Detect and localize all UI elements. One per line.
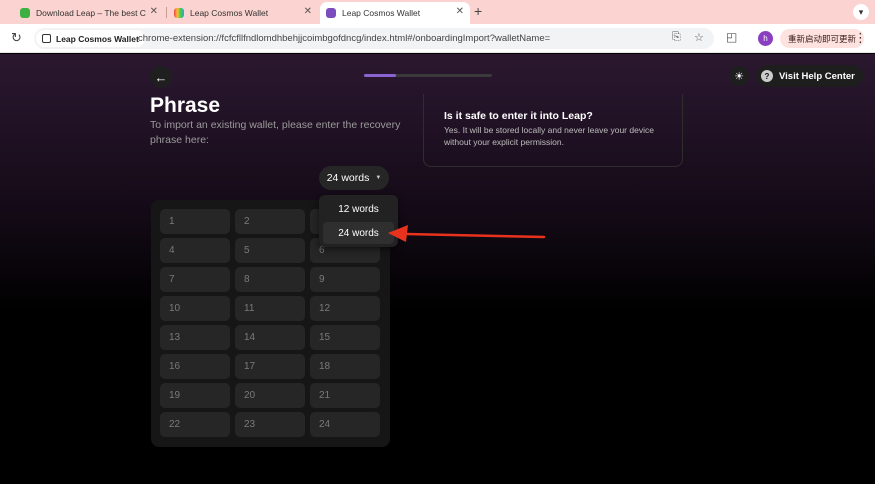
rainbow-icon [174, 8, 184, 18]
page-title: Phrase [150, 94, 221, 117]
leap-frog-icon [20, 8, 30, 18]
profile-avatar[interactable]: h [758, 31, 773, 46]
phrase-word-input[interactable]: 7 [160, 267, 230, 292]
tab-leap-wallet-1[interactable]: Leap Cosmos Wallet ✕ [168, 2, 318, 24]
phrase-word-input[interactable]: 10 [160, 296, 230, 321]
close-icon[interactable]: ✕ [304, 6, 312, 17]
theme-toggle-button[interactable]: ☀ [729, 66, 749, 86]
phrase-word-input[interactable]: 5 [235, 238, 305, 263]
bookmark-star-icon[interactable]: ☆ [694, 31, 704, 44]
progress-fill [364, 74, 396, 77]
annotation-arrow [388, 225, 546, 242]
url-text[interactable]: chrome-extension://fcfcfllfndlomdhbehjjc… [138, 33, 550, 44]
translate-icon[interactable]: ⎘ [672, 31, 681, 44]
info-card-title: Is it safe to enter it into Leap? [444, 110, 593, 122]
phrase-word-input[interactable]: 1 [160, 209, 230, 234]
tab-search-chevron-icon[interactable]: ▾ [853, 4, 869, 20]
safety-info-card: Is it safe to enter it into Leap? Yes. I… [423, 94, 683, 167]
browser-toolbar: ↻ Leap Cosmos Wallet chrome-extension://… [0, 24, 875, 53]
new-tab-button[interactable]: + [474, 3, 482, 19]
tab-download-leap[interactable]: Download Leap – The best Co ✕ [14, 2, 164, 24]
info-card-body: Yes. It will be stored locally and never… [444, 125, 654, 147]
phrase-word-input[interactable]: 4 [160, 238, 230, 263]
arrow-left-icon: ← [154, 69, 168, 85]
browser-tab-bar: Download Leap – The best Co ✕ Leap Cosmo… [0, 0, 875, 24]
sun-icon: ☀ [734, 70, 744, 83]
phrase-word-input[interactable]: 15 [310, 325, 380, 350]
phrase-word-input[interactable]: 20 [235, 383, 305, 408]
phrase-word-input[interactable]: 16 [160, 354, 230, 379]
onboarding-progress [364, 74, 492, 77]
option-12-words[interactable]: 12 words [323, 198, 394, 220]
phrase-word-input[interactable]: 12 [310, 296, 380, 321]
reload-icon[interactable]: ↻ [11, 30, 22, 46]
phrase-word-input[interactable]: 8 [235, 267, 305, 292]
close-icon[interactable]: ✕ [150, 6, 158, 17]
extension-icon [42, 34, 51, 43]
phrase-word-input[interactable]: 23 [235, 412, 305, 437]
phrase-word-input[interactable]: 18 [310, 354, 380, 379]
extensions-puzzle-icon[interactable]: ◰ [726, 30, 737, 44]
word-count-select[interactable]: 24 words ▼ [319, 166, 389, 190]
close-icon[interactable]: ✕ [456, 6, 464, 17]
phrase-word-input[interactable]: 21 [310, 383, 380, 408]
phrase-word-input[interactable]: 19 [160, 383, 230, 408]
phrase-word-input[interactable]: 13 [160, 325, 230, 350]
phrase-word-input[interactable]: 24 [310, 412, 380, 437]
question-icon: ? [761, 70, 773, 82]
update-button[interactable]: 重新启动即可更新 [780, 29, 865, 48]
phrase-word-input[interactable]: 22 [160, 412, 230, 437]
phrase-word-input[interactable]: 17 [235, 354, 305, 379]
onboarding-import-page: ← ☀ ? Visit Help Center Phrase To import… [0, 54, 875, 484]
phrase-word-input[interactable]: 9 [310, 267, 380, 292]
tab-separator [166, 7, 167, 18]
page-description: To import an existing wallet, please ent… [150, 119, 401, 146]
tab-leap-wallet-active[interactable]: Leap Cosmos Wallet ✕ [320, 2, 470, 24]
phrase-word-input[interactable]: 14 [235, 325, 305, 350]
browser-menu-icon[interactable]: ⋮ [854, 30, 867, 46]
caret-down-icon: ▼ [375, 175, 382, 181]
back-button[interactable]: ← [150, 66, 172, 88]
help-center-button[interactable]: ? Visit Help Center [756, 65, 863, 87]
phrase-word-input[interactable]: 2 [235, 209, 305, 234]
phrase-word-input[interactable]: 11 [235, 296, 305, 321]
address-bar[interactable]: Leap Cosmos Wallet chrome-extension://fc… [34, 28, 714, 49]
site-chip[interactable]: Leap Cosmos Wallet [36, 30, 145, 47]
leap-frog-icon [326, 8, 336, 18]
